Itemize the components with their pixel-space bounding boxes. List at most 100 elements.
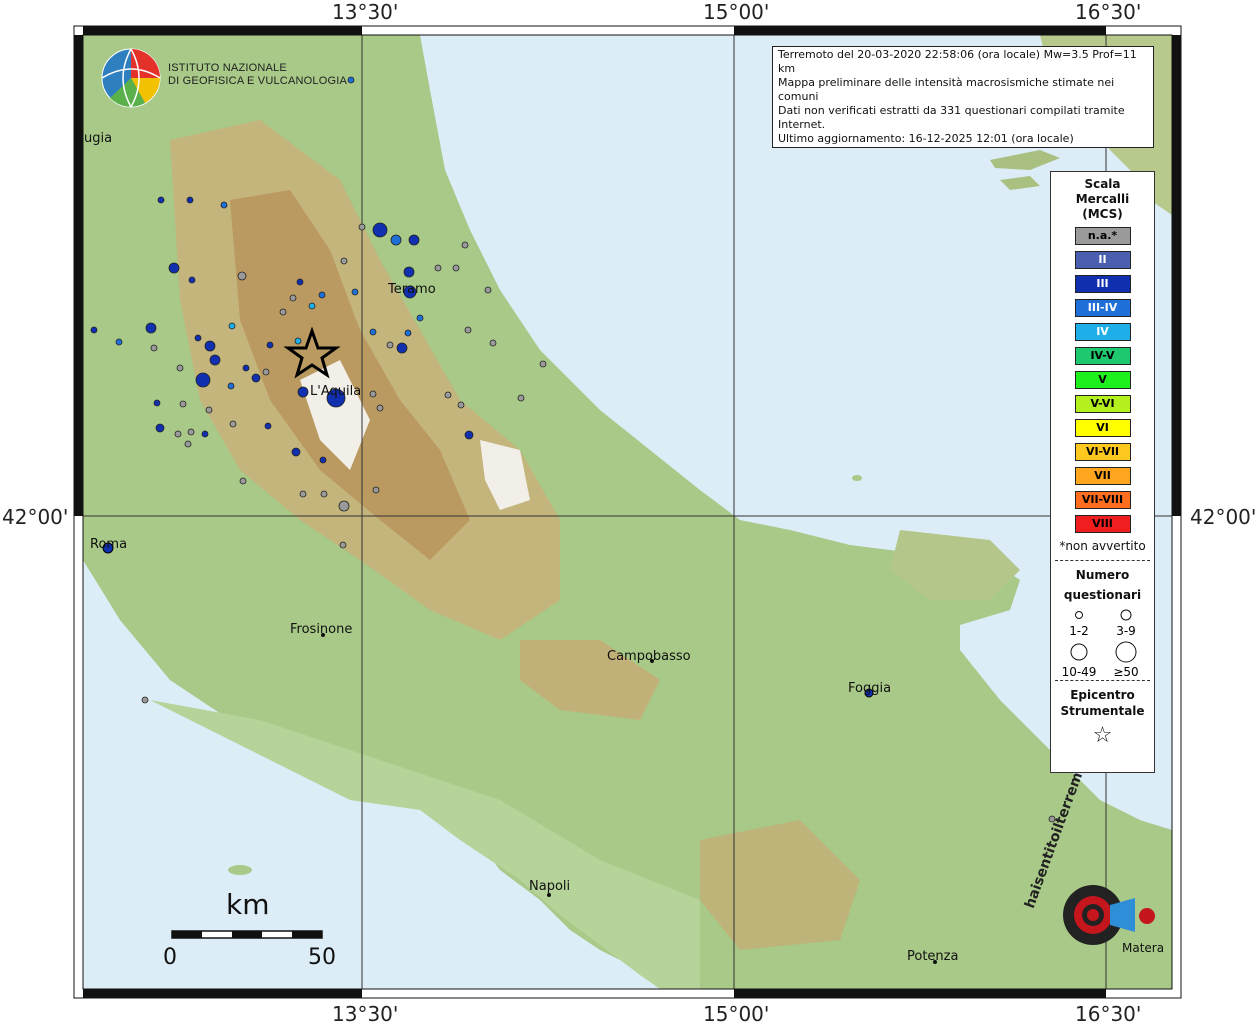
city-label-roma: Roma xyxy=(90,537,128,552)
intensity-point[interactable] xyxy=(434,264,442,272)
intensity-point[interactable] xyxy=(194,334,202,342)
intensity-point[interactable] xyxy=(145,322,157,334)
city-label-laquila: L'Aquila xyxy=(310,384,362,399)
city-label-napoli: Napoli xyxy=(529,879,571,894)
intensity-point[interactable] xyxy=(416,314,424,322)
intensity-point[interactable] xyxy=(279,308,287,316)
intensity-point[interactable] xyxy=(289,294,297,302)
city-label-teramo: Teramo xyxy=(388,282,436,297)
intensity-point[interactable] xyxy=(186,196,194,204)
intensity-point[interactable] xyxy=(209,354,221,366)
intensity-point[interactable] xyxy=(444,391,452,399)
intensity-point[interactable] xyxy=(404,329,412,337)
intensity-point[interactable] xyxy=(227,382,235,390)
intensity-point[interactable] xyxy=(237,271,247,281)
right-lat-label: 42°00' xyxy=(1190,505,1255,529)
intensity-point[interactable] xyxy=(372,222,388,238)
intensity-point[interactable] xyxy=(319,456,327,464)
intensity-point[interactable] xyxy=(291,447,301,457)
info-line-2: Mappa preliminare delle intensità macros… xyxy=(778,76,1115,103)
intensity-point[interactable] xyxy=(464,430,474,440)
intensity-point[interactable] xyxy=(539,360,547,368)
intensity-point[interactable] xyxy=(187,428,195,436)
intensity-point[interactable] xyxy=(396,342,408,354)
intensity-point[interactable] xyxy=(115,338,123,346)
intensity-point[interactable] xyxy=(229,420,237,428)
legend-swatch: III-IV xyxy=(1074,299,1131,317)
legend-na-note: *non avvertito xyxy=(1059,539,1146,553)
intensity-point[interactable] xyxy=(386,341,394,349)
intensity-point[interactable] xyxy=(408,234,420,246)
intensity-point[interactable] xyxy=(90,326,98,334)
intensity-point[interactable] xyxy=(184,440,192,448)
intensity-point[interactable] xyxy=(294,337,302,345)
intensity-point[interactable] xyxy=(369,328,377,336)
intensity-point[interactable] xyxy=(251,373,261,383)
legend-title: Scala Mercalli (MCS) xyxy=(1075,177,1130,221)
intensity-point[interactable] xyxy=(168,262,180,274)
intensity-point[interactable] xyxy=(372,486,380,494)
intensity-point[interactable] xyxy=(242,364,250,372)
city-label-matera: Matera xyxy=(1122,941,1165,955)
intensity-point[interactable] xyxy=(176,364,184,372)
intensity-point[interactable] xyxy=(228,322,236,330)
intensity-point[interactable] xyxy=(262,368,270,376)
intensity-point[interactable] xyxy=(358,223,366,231)
intensity-point[interactable] xyxy=(296,278,304,286)
logo-line-1: ISTITUTO NAZIONALE xyxy=(168,62,287,74)
intensity-point[interactable] xyxy=(369,390,377,398)
legend-panel: Scala Mercalli (MCS) n.a.* II III III-IV IV I… xyxy=(1050,171,1155,773)
city-label-perugia: ugia xyxy=(84,131,113,146)
city-label-potenza: Potenza xyxy=(907,949,959,964)
scale-unit: km xyxy=(226,888,270,921)
legend-size-symbols: 1-2 3-9 10-49 ≥50 xyxy=(1062,609,1139,679)
island xyxy=(852,475,862,481)
intensity-point[interactable] xyxy=(338,500,350,512)
intensity-point[interactable] xyxy=(153,399,161,407)
intensity-point[interactable] xyxy=(157,196,165,204)
intensity-point[interactable] xyxy=(347,76,355,84)
info-line-3: Dati non verificati estratti da 331 ques… xyxy=(778,104,1125,131)
intensity-point[interactable] xyxy=(266,341,274,349)
intensity-point[interactable] xyxy=(201,430,209,438)
intensity-point[interactable] xyxy=(340,257,348,265)
intensity-point[interactable] xyxy=(452,264,460,272)
count-label-3: 10-49 xyxy=(1062,665,1097,679)
intensity-point[interactable] xyxy=(457,401,465,409)
intensity-point[interactable] xyxy=(195,372,211,388)
intensity-point[interactable] xyxy=(141,696,149,704)
legend-swatch: II xyxy=(1074,251,1131,269)
intensity-point[interactable] xyxy=(320,490,328,498)
intensity-point[interactable] xyxy=(403,266,415,278)
intensity-point[interactable] xyxy=(297,386,309,398)
intensity-point[interactable] xyxy=(188,276,196,284)
intensity-point[interactable] xyxy=(264,422,272,430)
intensity-point[interactable] xyxy=(174,430,182,438)
intensity-point[interactable] xyxy=(464,326,472,334)
intensity-point[interactable] xyxy=(179,400,187,408)
intensity-point[interactable] xyxy=(239,477,247,485)
intensity-point[interactable] xyxy=(351,288,359,296)
intensity-point[interactable] xyxy=(517,394,525,402)
legend-swatches: n.a.* II III III-IV IV IV-V V V-VI VI VI-VII VII VI… xyxy=(1051,227,1154,533)
intensity-point[interactable] xyxy=(489,339,497,347)
intensity-point[interactable] xyxy=(220,201,228,209)
bottom-lon-label-2: 15°00' xyxy=(703,1002,770,1026)
intensity-point[interactable] xyxy=(339,541,347,549)
intensity-point[interactable] xyxy=(205,406,213,414)
intensity-point[interactable] xyxy=(155,423,165,433)
intensity-point[interactable] xyxy=(150,344,158,352)
intensity-point[interactable] xyxy=(461,241,469,249)
intensity-point[interactable] xyxy=(299,490,307,498)
intensity-point[interactable] xyxy=(318,291,326,299)
intensity-point[interactable] xyxy=(376,404,384,412)
intensity-point[interactable] xyxy=(204,340,216,352)
intensity-point[interactable] xyxy=(390,234,402,246)
legend-swatch: III xyxy=(1074,275,1131,293)
legend-swatch: IV xyxy=(1074,323,1131,341)
scale-bar xyxy=(171,930,323,939)
intensity-point[interactable] xyxy=(484,286,492,294)
top-lon-label-1: 13°30' xyxy=(332,0,399,24)
intensity-point[interactable] xyxy=(308,302,316,310)
legend-epicenter-title: Epicentro Strumentale xyxy=(1060,688,1145,718)
